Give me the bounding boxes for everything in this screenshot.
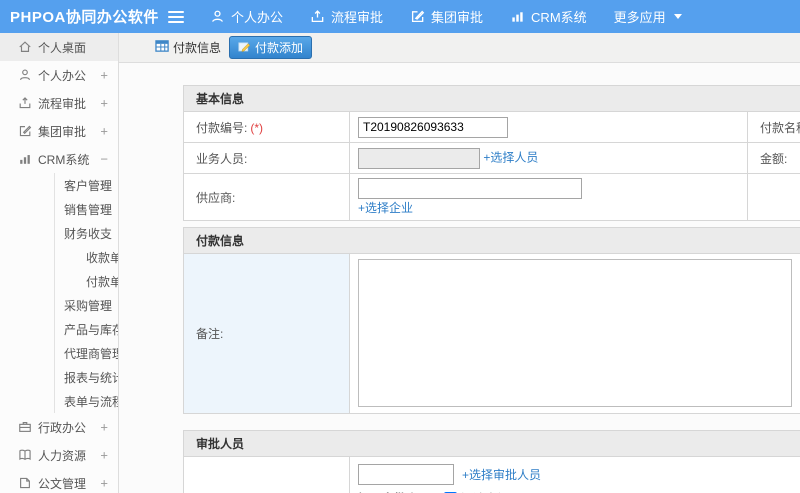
sidebar-item-workflow-approval[interactable]: 流程审批 + (0, 89, 118, 117)
payment-info-section: 付款信息 备注: (183, 227, 800, 414)
workflow-icon (310, 9, 325, 24)
payment-no-label: 付款编号: (*) (183, 111, 350, 143)
staff-label: 业务人员: (183, 142, 350, 174)
tab-bar: 付款信息 付款添加 (119, 33, 800, 63)
main-content: 付款信息 付款添加 基本信息 付款编号: (*) T20190826093633… (119, 33, 800, 493)
tab-payment-info[interactable]: 付款信息 (155, 39, 221, 56)
briefcase-icon (18, 420, 32, 434)
sidebar-item-document-mgmt[interactable]: 公文管理 + (0, 469, 118, 493)
caret-down-icon (673, 14, 682, 23)
nav-crm-system[interactable]: CRM系统 (510, 7, 587, 26)
bar-chart-icon (18, 152, 32, 166)
required-marker: (*) (250, 120, 264, 135)
add-edit-icon (238, 40, 251, 56)
section-title-approval: 审批人员 (183, 430, 800, 457)
expand-icon[interactable]: + (100, 178, 108, 193)
sidebar-item-purchase-mgmt[interactable]: 采购管理 + (54, 293, 118, 317)
sidebar-item-personal-office[interactable]: 个人办公 + (0, 61, 118, 89)
select-approver-link[interactable]: +选择审批人员 (462, 466, 541, 483)
workflow-icon (18, 96, 32, 110)
payment-add-form: 基本信息 付款编号:(*) 付款名称:(*) 业务人员: +选择人员 (119, 63, 800, 493)
staff-input (358, 147, 480, 169)
sidebar-item-form-workflow-settings[interactable]: 表单与流程设置 + (54, 389, 118, 413)
topbar: PHPOA协同办公软件 个人办公 流程审批 集团审批 CRM系统 更多应用 (0, 0, 800, 33)
approver-input[interactable] (358, 464, 454, 485)
nav-personal-office[interactable]: 个人办公 (210, 7, 283, 26)
expand-icon[interactable]: + (100, 68, 108, 83)
edit-icon (18, 124, 32, 138)
nav-group-approval[interactable]: 集团审批 (410, 7, 483, 26)
expand-icon[interactable]: + (100, 322, 108, 337)
user-icon (210, 9, 225, 24)
expand-icon[interactable]: + (100, 124, 108, 139)
sidebar-item-admin-office[interactable]: 行政办公 + (0, 413, 118, 441)
supplier-input[interactable] (358, 178, 582, 199)
user-icon (18, 68, 32, 82)
sidebar-item-agent-mgmt[interactable]: 代理商管理 + (54, 341, 118, 365)
expand-icon[interactable]: + (100, 448, 108, 463)
book-icon (18, 448, 32, 462)
expand-icon[interactable]: + (100, 202, 108, 217)
sidebar-item-sales-mgmt[interactable]: 销售管理 + (54, 197, 118, 221)
expand-icon[interactable]: + (100, 346, 108, 361)
sidebar-item-finance-inout[interactable]: 财务收支 − (54, 221, 118, 245)
set-approver-label: 设置审批人员:(*) (183, 456, 350, 493)
supplier-label: 供应商: (183, 173, 350, 221)
hamburger-menu-icon[interactable] (168, 10, 184, 23)
nav-workflow-approval[interactable]: 流程审批 (310, 7, 383, 26)
collapse-icon[interactable]: − (100, 226, 108, 241)
sidebar-item-personal-desktop[interactable]: 个人桌面 (0, 33, 118, 61)
collapse-icon[interactable]: − (100, 152, 108, 167)
expand-icon[interactable]: + (100, 476, 108, 491)
sidebar-item-crm-system[interactable]: CRM系统 − (0, 145, 118, 173)
select-person-link[interactable]: +选择人员 (483, 150, 538, 164)
amount-label: 金额: (747, 142, 800, 174)
sidebar-item-payment-order[interactable]: 付款单 (54, 269, 118, 293)
app-logo: PHPOA协同办公软件 (10, 9, 159, 26)
sidebar-item-receipt-order[interactable]: 收款单 (54, 245, 118, 269)
remark-label: 备注: (183, 253, 350, 414)
sidebar-item-group-approval[interactable]: 集团审批 + (0, 117, 118, 145)
table-grid-icon (155, 39, 170, 56)
sidebar-item-product-inventory[interactable]: 产品与库存 + (54, 317, 118, 341)
basic-info-section: 基本信息 付款编号:(*) 付款名称:(*) 业务人员: +选择人员 (183, 85, 800, 221)
sidebar-item-hr[interactable]: 人力资源 + (0, 441, 118, 469)
expand-icon[interactable]: + (100, 298, 108, 313)
section-title-basic: 基本信息 (183, 85, 800, 112)
select-company-link[interactable]: +选择企业 (358, 201, 413, 215)
expand-icon[interactable]: + (100, 420, 108, 435)
nav-more-apps[interactable]: 更多应用 (614, 7, 682, 26)
tab-payment-add[interactable]: 付款添加 (229, 36, 313, 59)
remark-textarea[interactable] (358, 259, 792, 407)
section-title-payment: 付款信息 (183, 227, 800, 254)
payment-no-input[interactable] (358, 116, 508, 138)
sidebar: 个人桌面 个人办公 + 流程审批 + 集团审批 + CRM系统 − 客户管理 +… (0, 33, 119, 493)
home-icon (18, 40, 32, 54)
expand-icon[interactable]: + (100, 96, 108, 111)
sidebar-item-customer-mgmt[interactable]: 客户管理 + (54, 173, 118, 197)
edit-icon (410, 9, 425, 24)
payment-name-label: 付款名称:(*) (747, 111, 800, 143)
approval-section: 审批人员 设置审批人员:(*) +选择审批人员 提醒审批人员: 短消息提示 注： (183, 430, 800, 493)
sidebar-item-reports-stats[interactable]: 报表与统计 (54, 365, 118, 389)
document-icon (18, 476, 32, 490)
bar-chart-icon (510, 9, 525, 24)
